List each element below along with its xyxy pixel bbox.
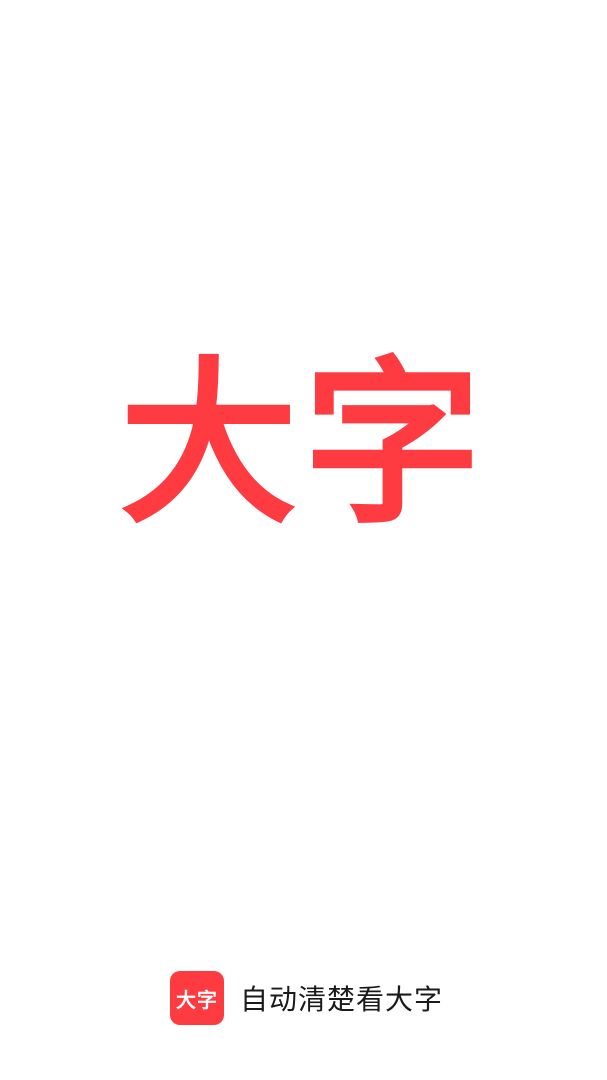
splash-title: 大字 bbox=[119, 341, 488, 548]
app-slogan: 自动清楚看大字 bbox=[239, 983, 443, 1016]
splash-screen: 大字 大字 自动清楚看大字 bbox=[0, 0, 607, 1080]
app-logo-icon: 大字 bbox=[169, 971, 224, 1025]
footer-brand: 大字 自动清楚看大字 bbox=[169, 971, 443, 1025]
splash-footer: 大字 自动清楚看大字 bbox=[0, 971, 607, 1025]
